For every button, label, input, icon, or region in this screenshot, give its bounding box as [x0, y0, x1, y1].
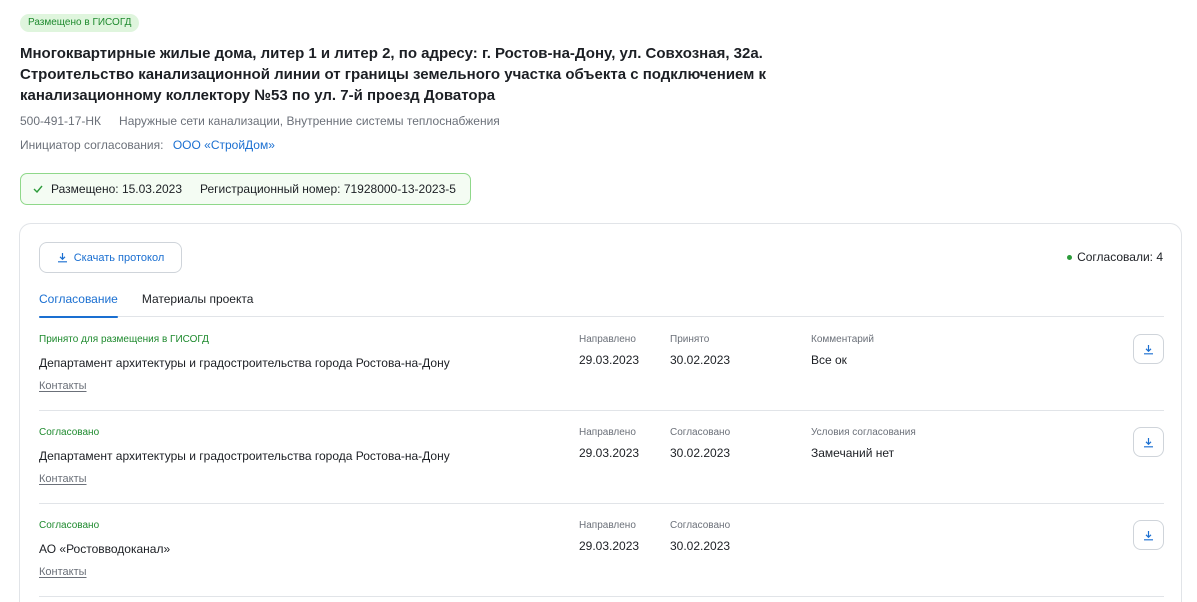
approved-date: 30.02.2023 — [670, 446, 731, 460]
initiator-link[interactable]: ООО «СтройДом» — [173, 138, 275, 152]
tab-project-materials[interactable]: Материалы проекта — [142, 292, 254, 317]
row-organization: АО «Ростовводоканал» — [39, 542, 171, 556]
agreed-count: Согласовали: 4 — [1067, 250, 1163, 264]
sent-date: 29.03.2023 — [579, 539, 640, 553]
comment-label: Комментарий — [811, 334, 874, 345]
download-protocol-label: Скачать протокол — [73, 251, 165, 264]
registration-number: Регистрационный номер: 71928000-13-2023-… — [200, 182, 456, 196]
conditions-label: Условия согласования — [811, 427, 916, 438]
contacts-link[interactable]: Контакты — [39, 380, 87, 392]
contacts-link[interactable]: Контакты — [39, 473, 87, 485]
download-icon — [1143, 344, 1154, 355]
download-protocol-button[interactable]: Скачать протокол — [39, 242, 182, 273]
approval-row: Согласовано АО «Ростовводоканал» Контакт… — [39, 504, 1164, 597]
sent-label: Направлено — [579, 520, 636, 531]
approvals-card: Скачать протокол Согласовали: 4 Согласов… — [19, 223, 1182, 602]
agreed-count-label: Согласовали: 4 — [1077, 250, 1163, 264]
row-status: Согласовано — [39, 520, 100, 531]
conditions-value: Замечаний нет — [811, 446, 895, 460]
project-meta: 500-491-17-НК Наружные сети канализации,… — [20, 114, 500, 128]
sent-date: 29.03.2023 — [579, 446, 640, 460]
download-icon — [1143, 530, 1154, 541]
approved-date: 30.02.2023 — [670, 539, 731, 553]
contacts-link[interactable]: Контакты — [39, 566, 87, 578]
download-icon — [57, 252, 68, 263]
accepted-date: 30.02.2023 — [670, 353, 731, 367]
sent-label: Направлено — [579, 334, 636, 345]
initiator-line: Инициатор согласования: ООО «СтройДом» — [20, 138, 275, 152]
sent-label: Направлено — [579, 427, 636, 438]
row-organization: Департамент архитектуры и градостроитель… — [39, 356, 450, 370]
page: Размещено в ГИСОГД Многоквартирные жилые… — [0, 0, 1197, 602]
row-status: Принято для размещения в ГИСОГД — [39, 334, 209, 345]
row-status: Согласовано — [39, 427, 100, 438]
placed-date: Размещено: 15.03.2023 — [51, 182, 183, 196]
project-systems: Наружные сети канализации, Внутренние си… — [119, 114, 500, 128]
download-icon — [1143, 437, 1154, 448]
accepted-label: Принято — [670, 334, 710, 345]
placed-info-box: Размещено: 15.03.2023 Регистрационный но… — [20, 173, 471, 205]
check-icon — [33, 185, 43, 193]
row-download-button[interactable] — [1133, 427, 1164, 457]
comment-value: Все ок — [811, 353, 847, 367]
approved-label: Согласовано — [670, 427, 731, 438]
row-download-button[interactable] — [1133, 334, 1164, 364]
project-code: 500-491-17-НК — [20, 114, 102, 128]
approval-row: Согласовано Департамент архитектуры и гр… — [39, 411, 1164, 504]
tab-approval[interactable]: Согласование — [39, 292, 118, 318]
initiator-label: Инициатор согласования: — [20, 138, 164, 152]
row-download-button[interactable] — [1133, 520, 1164, 550]
tabs: Согласование Материалы проекта — [39, 292, 1164, 318]
approval-row: Принято для размещения в ГИСОГД Департам… — [39, 318, 1164, 411]
page-title: Многоквартирные жилые дома, литер 1 и ли… — [20, 45, 766, 104]
approved-label: Согласовано — [670, 520, 731, 531]
sent-date: 29.03.2023 — [579, 353, 640, 367]
row-organization: Департамент архитектуры и градостроитель… — [39, 449, 450, 463]
status-badge-gisogd: Размещено в ГИСОГД — [20, 14, 140, 32]
status-dot — [1067, 254, 1073, 260]
